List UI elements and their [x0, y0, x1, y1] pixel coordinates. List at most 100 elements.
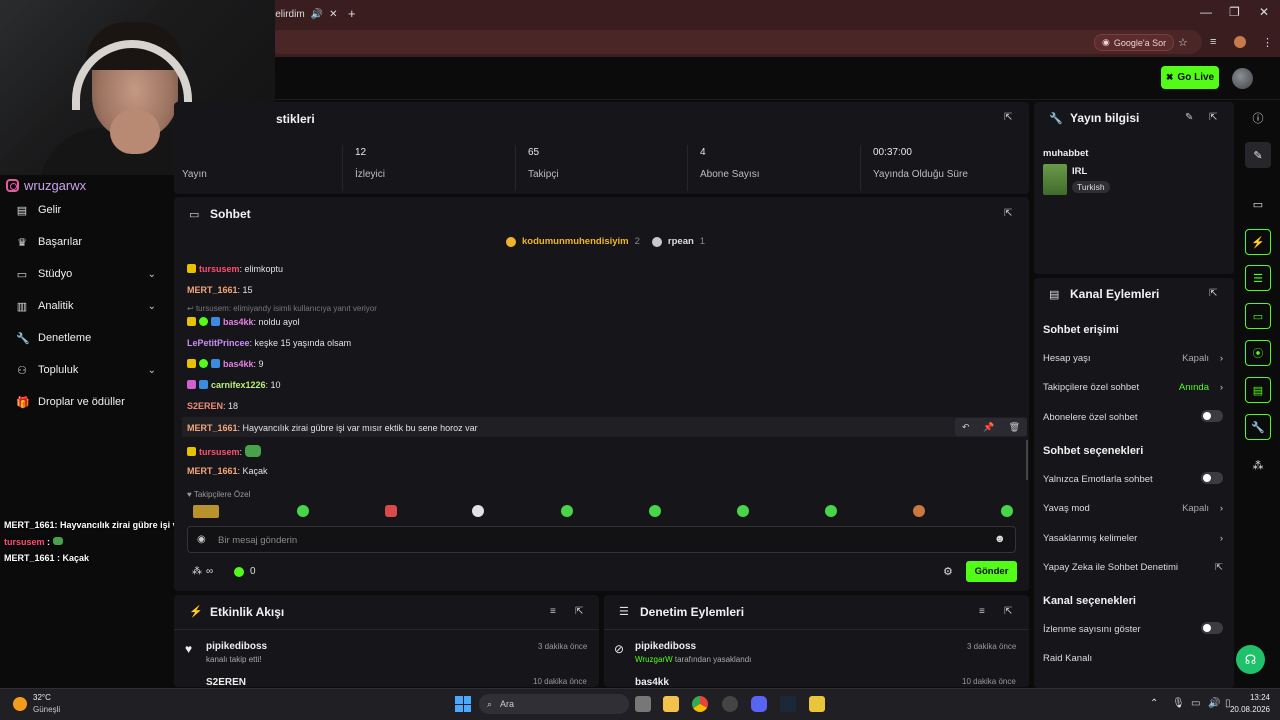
sidebar-item-denetleme[interactable]: 🔧 Denetleme [16, 328, 156, 348]
google-ask-button[interactable]: ◉ Google'a Sor [1094, 34, 1175, 51]
emoji-icon[interactable]: ☻ [994, 533, 1006, 545]
filter-icon[interactable]: ≡ [979, 606, 985, 617]
maximize-icon[interactable]: ❐ [1229, 5, 1240, 19]
popout-icon[interactable]: ⇱ [1209, 288, 1217, 299]
file-explorer-icon[interactable] [663, 696, 679, 712]
channel-actions-icon[interactable]: ▤ [1245, 377, 1271, 403]
clock-time[interactable]: 13:24 [1246, 693, 1270, 702]
chat-user[interactable]: carnifex1226 [211, 380, 266, 390]
clock-date[interactable]: 20.08.2026 [1226, 705, 1270, 714]
emote-icon[interactable] [472, 505, 484, 517]
support-icon[interactable]: ☊ [1236, 645, 1265, 674]
emote-icon[interactable] [825, 505, 837, 517]
weather-temp[interactable]: 32°C [33, 693, 51, 702]
undo-icon[interactable]: ↶ [962, 422, 970, 433]
popout-icon[interactable]: ⇱ [1004, 208, 1012, 219]
browser-tab[interactable]: Delirdim 🔊 ✕ [268, 3, 344, 25]
show-viewers-toggle[interactable] [1201, 622, 1223, 634]
popout-icon[interactable]: ⇱ [1004, 112, 1012, 123]
pencil-icon[interactable]: ✎ [1245, 142, 1271, 168]
chat-user[interactable]: MERT_1661 [187, 285, 238, 295]
activity-user[interactable]: pipikediboss [206, 641, 267, 652]
chat-input[interactable]: ◉ Bir mesaj gönderin ☻ [187, 526, 1016, 553]
slow-mode-row[interactable]: Yavaş mod Kapalı › [1043, 503, 1223, 514]
mic-icon[interactable]: 🎙 [1172, 698, 1185, 709]
task-view-icon[interactable] [635, 696, 651, 712]
subs-chat-toggle[interactable] [1201, 410, 1223, 422]
chrome-icon[interactable] [692, 696, 708, 712]
chat-user[interactable]: S2EREN [187, 401, 223, 411]
panel-icon[interactable]: ▭ [1245, 191, 1271, 217]
emote-icon[interactable] [385, 505, 397, 517]
chat-user[interactable]: bas4kk [223, 359, 254, 369]
sidebar-item-basarilar[interactable]: ♛ Başarılar [16, 232, 156, 252]
ai-moderation-row[interactable]: Yapay Zeka ile Sohbet Denetimi ⇱ [1043, 562, 1223, 573]
speaker-icon[interactable]: 🔊 [311, 9, 323, 20]
emotes-only-toggle[interactable] [1201, 472, 1223, 484]
chat-user[interactable]: LePetitPrincee [187, 338, 250, 348]
points-infinite[interactable]: ⁂ ∞ [192, 566, 213, 577]
go-live-button[interactable]: ✖ Go Live [1161, 66, 1219, 89]
chat-user[interactable]: MERT_1661 [187, 466, 238, 476]
popout-icon[interactable]: ⇱ [1209, 112, 1217, 123]
profile-icon[interactable] [1234, 36, 1246, 48]
chat-user[interactable]: tursusem [199, 264, 240, 274]
weather-desc[interactable]: Güneşli [33, 705, 60, 714]
popout-icon[interactable]: ⇱ [575, 606, 583, 617]
media-icon[interactable]: ≡ [1210, 36, 1216, 48]
broadcast-icon[interactable]: ⦿ [1245, 340, 1271, 366]
edit-icon[interactable]: ✎ [1185, 112, 1193, 123]
info-icon[interactable]: ⓘ [1245, 105, 1271, 131]
chat-user[interactable]: tursusem [199, 447, 240, 457]
raid-row[interactable]: Raid Kanalı [1043, 653, 1223, 664]
menu-icon[interactable]: ⋮ [1262, 36, 1273, 49]
chat-icon[interactable]: ▭ [1245, 303, 1271, 329]
moderation-user[interactable]: pipikediboss [635, 641, 696, 652]
wrench-icon[interactable]: 🔧 [1245, 414, 1271, 440]
delete-icon[interactable]: 🗑 [1009, 422, 1020, 433]
emote-icon[interactable] [1001, 505, 1013, 517]
chat-user[interactable]: MERT_1661 [187, 423, 238, 433]
emote-icon[interactable] [561, 505, 573, 517]
activity-user[interactable]: S2EREN [206, 677, 246, 686]
app-icon[interactable] [722, 696, 738, 712]
steam-icon[interactable] [780, 696, 796, 712]
close-window-icon[interactable]: ✕ [1259, 5, 1269, 19]
points-icon[interactable]: ⁂ [1245, 452, 1271, 478]
moderation-actor[interactable]: WruzgarW [635, 655, 673, 664]
category-thumbnail[interactable] [1043, 164, 1067, 195]
sidebar-item-topluluk[interactable]: ⚇ Topluluk ⌄ [16, 360, 156, 380]
stream-category[interactable]: IRL [1072, 166, 1087, 177]
chat-scrollbar[interactable] [1026, 440, 1028, 480]
kick-points[interactable]: 0 [234, 566, 256, 577]
volume-icon[interactable]: 🔊 [1208, 698, 1220, 709]
app-icon[interactable] [809, 696, 825, 712]
url-field[interactable] [268, 30, 1202, 54]
send-button[interactable]: Gönder [966, 561, 1017, 582]
pin-icon[interactable]: 📌 [983, 422, 994, 433]
new-tab-icon[interactable]: + [348, 6, 356, 21]
taskbar-search[interactable]: ⌕ Ara [479, 694, 629, 714]
sidebar-item-droplar[interactable]: 🎁 Droplar ve ödüller [16, 392, 156, 412]
sidebar-item-analitik[interactable]: ▥ Analitik ⌄ [16, 296, 156, 316]
lightning-icon[interactable]: ⚡ [1245, 229, 1271, 255]
settings-gear-icon[interactable]: ⚙ [943, 565, 953, 578]
emote-icon[interactable] [193, 505, 219, 518]
chevron-up-icon[interactable]: ⌃ [1150, 698, 1158, 709]
windows-start-icon[interactable] [455, 696, 471, 712]
network-icon[interactable]: ▭ [1191, 698, 1200, 709]
moderation-user[interactable]: bas4kk [635, 677, 669, 686]
emote-icon[interactable] [297, 505, 309, 517]
emote-icon[interactable] [913, 505, 925, 517]
emote-icon[interactable] [737, 505, 749, 517]
minimize-icon[interactable]: — [1200, 5, 1212, 19]
star-icon[interactable]: ☆ [1178, 36, 1188, 49]
sidebar-item-studyo[interactable]: ▭ Stüdyo ⌄ [16, 264, 156, 284]
followers-chat-row[interactable]: Takipçilere özel sohbet Anında › [1043, 382, 1223, 393]
popout-icon[interactable]: ⇱ [1004, 606, 1012, 617]
discord-icon[interactable] [751, 696, 767, 712]
banned-words-row[interactable]: Yasaklanmış kelimeler › [1043, 533, 1223, 544]
list-icon[interactable]: ☰ [1245, 265, 1271, 291]
filter-icon[interactable]: ≡ [550, 606, 556, 617]
avatar[interactable] [1232, 68, 1253, 89]
